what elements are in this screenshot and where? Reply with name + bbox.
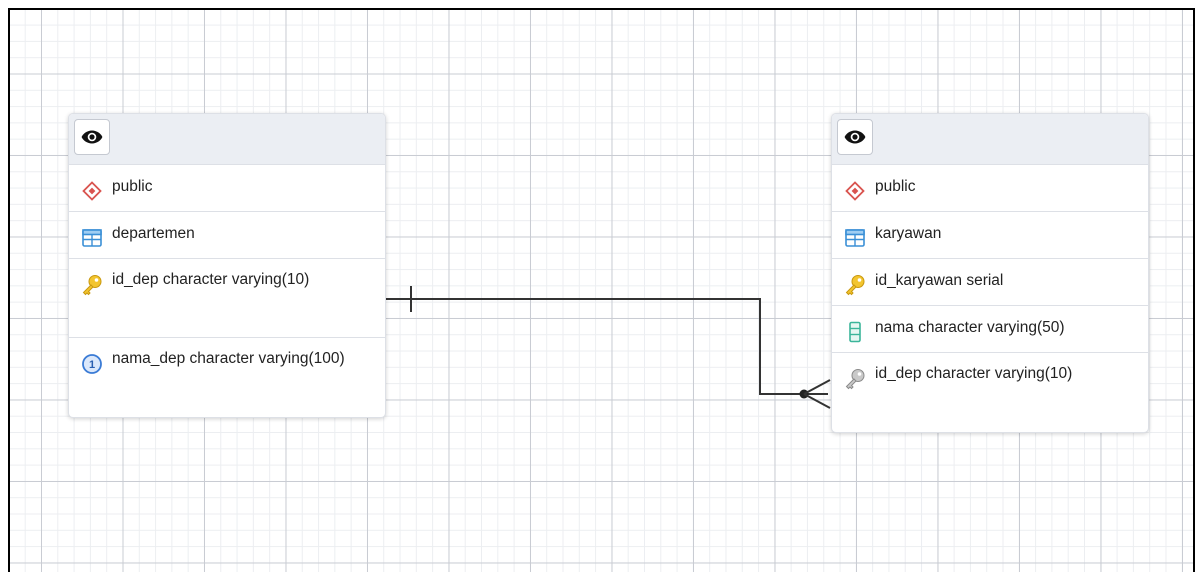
schema-icon [81, 180, 103, 202]
column-row[interactable]: 1 nama_dep character varying(100) [69, 338, 385, 417]
column-row[interactable]: id_dep character varying(10) [832, 353, 1148, 432]
table-node-karyawan[interactable]: public karyawan id_karyawan serial nama … [831, 113, 1149, 433]
eye-icon [844, 130, 866, 144]
table-icon [81, 227, 103, 249]
crowfoot-lower [803, 393, 831, 409]
details-toggle-button[interactable] [74, 119, 110, 155]
column-icon [844, 321, 866, 343]
table-name-row: karyawan [832, 212, 1148, 259]
table-node-departemen[interactable]: public departemen id_dep character varyi… [68, 113, 386, 418]
erd-canvas[interactable]: public departemen id_dep character varyi… [8, 8, 1195, 572]
table-header [69, 114, 385, 165]
primary-key-icon [81, 274, 103, 296]
svg-text:1: 1 [89, 359, 95, 371]
table-icon [844, 227, 866, 249]
table-name: departemen [112, 225, 195, 242]
relationship-line[interactable] [384, 298, 828, 395]
table-name: karyawan [875, 225, 942, 242]
schema-row: public [832, 165, 1148, 212]
column-row[interactable]: nama character varying(50) [832, 306, 1148, 353]
column-definition: id_dep character varying(10) [112, 271, 310, 288]
schema-icon [844, 180, 866, 202]
schema-name: public [875, 178, 916, 195]
details-toggle-button[interactable] [837, 119, 873, 155]
table-header [832, 114, 1148, 165]
column-definition: nama_dep character varying(100) [112, 350, 345, 367]
column-number-icon: 1 [81, 353, 103, 375]
schema-name: public [112, 178, 153, 195]
column-row[interactable]: id_karyawan serial [832, 259, 1148, 306]
eye-icon [81, 130, 103, 144]
table-name-row: departemen [69, 212, 385, 259]
primary-key-icon [844, 274, 866, 296]
schema-row: public [69, 165, 385, 212]
column-definition: id_karyawan serial [875, 272, 1004, 289]
column-row[interactable]: id_dep character varying(10) [69, 259, 385, 338]
column-definition: id_dep character varying(10) [875, 365, 1073, 382]
column-definition: nama character varying(50) [875, 319, 1065, 336]
relationship-departemen-karyawan[interactable] [384, 286, 831, 409]
crowfoot-upper [803, 379, 831, 395]
foreign-key-icon [844, 368, 866, 390]
